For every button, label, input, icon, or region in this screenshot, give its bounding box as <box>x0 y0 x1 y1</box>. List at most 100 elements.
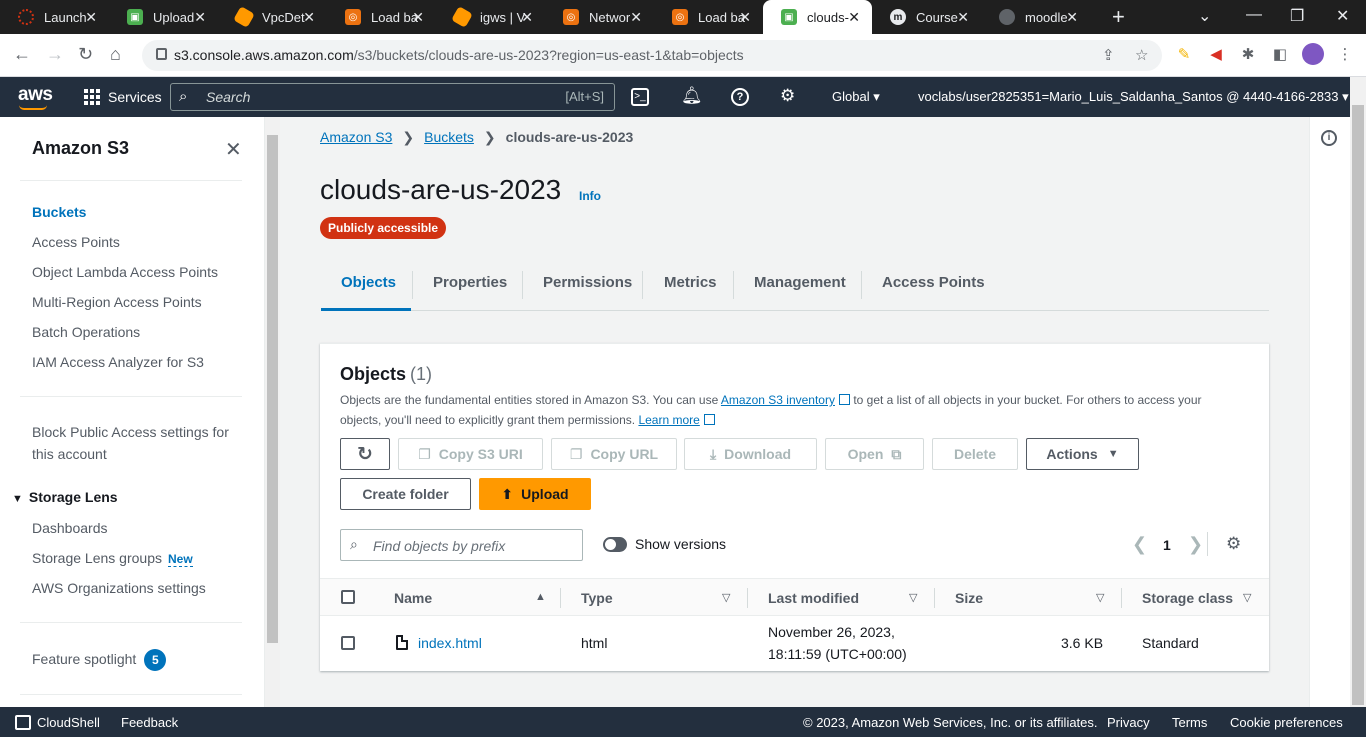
sort-icon[interactable]: ▽ <box>722 591 730 604</box>
terms-link[interactable]: Terms <box>1172 715 1207 730</box>
browser-tab[interactable]: Launch ✕ <box>0 0 109 34</box>
help-icon[interactable]: ? <box>731 88 749 106</box>
close-window-icon[interactable]: ✕ <box>1336 6 1349 26</box>
services-grid-icon[interactable] <box>84 89 100 105</box>
forward-icon[interactable]: → <box>46 44 64 65</box>
close-tab-icon[interactable]: ✕ <box>957 9 969 26</box>
close-tab-icon[interactable]: ✕ <box>194 9 206 26</box>
cloudshell-link[interactable]: CloudShell <box>37 715 100 730</box>
create-folder-button[interactable]: Create folder <box>340 478 471 510</box>
tab-properties[interactable]: Properties <box>433 274 507 291</box>
cookie-preferences-link[interactable]: Cookie preferences <box>1230 715 1343 730</box>
tab-permissions[interactable]: Permissions <box>543 274 632 291</box>
browser-tab[interactable]: ◎ Networ ✕ <box>545 0 654 34</box>
s3-inventory-link[interactable]: Amazon S3 inventory <box>721 393 835 407</box>
profile-avatar[interactable] <box>1302 43 1324 65</box>
settings-gear-icon[interactable]: ⚙ <box>780 86 795 106</box>
region-selector[interactable]: Global ▾ <box>832 89 880 105</box>
scrollbar-thumb[interactable] <box>267 135 278 643</box>
pencil-extension-icon[interactable]: ✎ <box>1175 45 1193 63</box>
breadcrumb-buckets[interactable]: Buckets <box>424 129 474 145</box>
side-panel-icon[interactable]: ◧ <box>1271 45 1289 63</box>
sidebar-item-iam-analyzer[interactable]: IAM Access Analyzer for S3 <box>32 354 204 370</box>
refresh-button[interactable]: ↻ <box>340 438 390 470</box>
storage-lens-section[interactable]: ▼ Storage Lens <box>12 489 118 505</box>
privacy-link[interactable]: Privacy <box>1107 715 1150 730</box>
browser-tab[interactable]: igws | V ✕ <box>436 0 545 34</box>
select-all-checkbox[interactable] <box>341 590 355 604</box>
services-menu[interactable]: Services <box>108 89 162 105</box>
sort-icon[interactable]: ▽ <box>1096 591 1104 604</box>
sidebar-item-storage-lens-groups[interactable]: Storage Lens groups New <box>32 550 193 567</box>
browser-tab[interactable]: ◎ Load ba ✕ <box>327 0 436 34</box>
sidebar-item-object-lambda[interactable]: Object Lambda Access Points <box>32 264 218 280</box>
tab-search-icon[interactable]: ⌄ <box>1198 6 1211 26</box>
delete-button[interactable]: Delete <box>932 438 1018 470</box>
breadcrumb-amazon-s3[interactable]: Amazon S3 <box>320 129 392 145</box>
browser-tab-active[interactable]: ▣ clouds- ✕ <box>763 0 872 34</box>
show-versions-toggle[interactable] <box>603 537 627 552</box>
browser-menu-icon[interactable]: ⋮ <box>1336 45 1354 63</box>
aws-search-input[interactable]: ⌕ Search [Alt+S] <box>170 83 615 111</box>
column-header-size[interactable]: Size <box>955 590 983 606</box>
close-tab-icon[interactable]: ✕ <box>848 9 860 26</box>
column-header-type[interactable]: Type <box>581 590 613 606</box>
sort-ascending-icon[interactable]: ▲ <box>535 591 546 603</box>
actions-button[interactable]: Actions ▼ <box>1026 438 1139 470</box>
sidebar-scrollbar[interactable] <box>265 117 280 707</box>
sidebar-item-organizations-settings[interactable]: AWS Organizations settings <box>32 580 206 596</box>
browser-tab[interactable]: m Course ✕ <box>872 0 981 34</box>
close-tab-icon[interactable]: ✕ <box>630 9 642 26</box>
upload-button[interactable]: ⬆ Upload <box>479 478 591 510</box>
sidebar-item-batch-operations[interactable]: Batch Operations <box>32 324 140 340</box>
close-tab-icon[interactable]: ✕ <box>85 9 97 26</box>
column-divider[interactable] <box>560 588 561 608</box>
page-scrollbar[interactable] <box>1350 77 1366 707</box>
close-tab-icon[interactable]: ✕ <box>412 9 424 26</box>
sidebar-item-multi-region[interactable]: Multi-Region Access Points <box>32 294 202 310</box>
column-header-last-modified[interactable]: Last modified <box>768 590 859 606</box>
open-button[interactable]: Open ⧉ <box>825 438 924 470</box>
tab-metrics[interactable]: Metrics <box>664 274 717 291</box>
tab-management[interactable]: Management <box>754 274 846 291</box>
sort-icon[interactable]: ▽ <box>1243 591 1251 604</box>
learn-more-link[interactable]: Learn more <box>638 413 699 427</box>
sidebar-item-buckets[interactable]: Buckets <box>32 204 86 220</box>
scrollbar-thumb[interactable] <box>1352 105 1364 705</box>
chevron-left-icon[interactable]: ❮ <box>1132 534 1147 555</box>
sidebar-item-feature-spotlight[interactable]: Feature spotlight 5 <box>32 649 167 671</box>
close-tab-icon[interactable]: ✕ <box>1066 9 1078 26</box>
account-menu[interactable]: voclabs/user2825351=Mario_Luis_Saldanha_… <box>918 89 1349 105</box>
reload-icon[interactable]: ↻ <box>78 44 93 65</box>
close-icon[interactable]: ✕ <box>225 137 242 162</box>
settings-gear-icon[interactable]: ⚙ <box>1226 534 1241 554</box>
notifications-bell-icon[interactable]: 🔔︎ <box>681 86 703 106</box>
feedback-link[interactable]: Feedback <box>121 715 178 730</box>
chevron-right-icon[interactable]: ❯ <box>1188 534 1203 555</box>
column-header-storage-class[interactable]: Storage class <box>1142 590 1233 606</box>
share-icon[interactable]: ⇪ <box>1102 46 1115 64</box>
sidebar-item-dashboards[interactable]: Dashboards <box>32 520 108 536</box>
sidebar-item-block-public-access[interactable]: Block Public Access settings for this ac… <box>32 421 242 465</box>
copy-url-button[interactable]: ❐ Copy URL <box>551 438 677 470</box>
restore-icon[interactable]: ❐ <box>1290 6 1304 26</box>
home-icon[interactable]: ⌂ <box>110 44 121 65</box>
browser-tab[interactable]: moodle ✕ <box>981 0 1090 34</box>
aws-logo[interactable]: aws <box>18 84 53 106</box>
close-tab-icon[interactable]: ✕ <box>303 9 315 26</box>
back-icon[interactable]: ← <box>13 44 31 65</box>
search-input[interactable]: ⌕ Find objects by prefix <box>340 529 583 561</box>
sort-icon[interactable]: ▽ <box>909 591 917 604</box>
close-tab-icon[interactable]: ✕ <box>521 9 533 26</box>
extensions-puzzle-icon[interactable]: ✱ <box>1239 45 1257 63</box>
page-number[interactable]: 1 <box>1163 537 1171 553</box>
copy-s3-uri-button[interactable]: ❐ Copy S3 URI <box>398 438 543 470</box>
column-divider[interactable] <box>747 588 748 608</box>
browser-tab[interactable]: ◎ Load ba ✕ <box>654 0 763 34</box>
column-divider[interactable] <box>934 588 935 608</box>
cloudshell-icon[interactable]: >_ <box>631 88 649 106</box>
url-field[interactable]: s3.console.aws.amazon.com/s3/buckets/clo… <box>142 40 1162 71</box>
download-button[interactable]: ⤓ Download <box>684 438 817 470</box>
tab-objects[interactable]: Objects <box>341 274 396 291</box>
object-name-link[interactable]: index.html <box>418 635 482 651</box>
